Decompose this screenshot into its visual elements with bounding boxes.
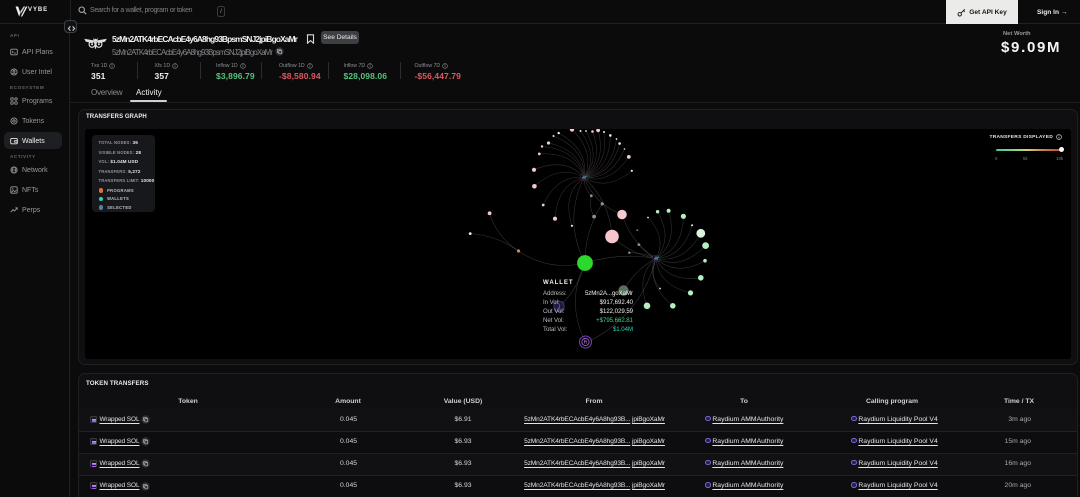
svg-text:R: R xyxy=(584,340,588,345)
